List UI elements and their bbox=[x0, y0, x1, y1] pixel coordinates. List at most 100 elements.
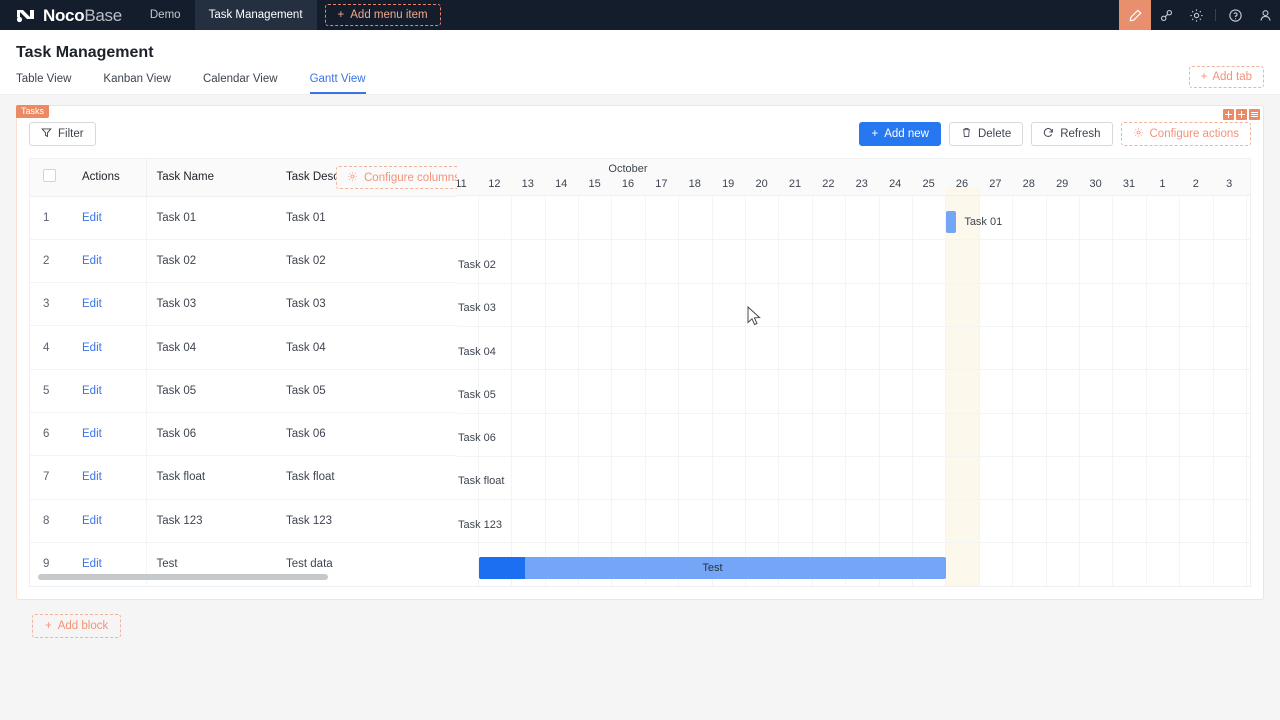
gantt-block: Tasks Filter + Add new Delete Refresh Co… bbox=[16, 105, 1264, 600]
gantt-timeline-header: October 11121314151617181920212223242526… bbox=[457, 159, 1250, 196]
row-edit-link[interactable]: Edit bbox=[72, 369, 147, 413]
app-logo[interactable]: NocoBase bbox=[0, 0, 136, 30]
tab-calendar-view[interactable]: Calendar View bbox=[203, 73, 278, 94]
gantt-bar-label: Task 01 bbox=[964, 215, 1003, 228]
row-task-description: Task 02 bbox=[276, 239, 457, 284]
configure-columns-button[interactable]: Configure columns bbox=[336, 166, 457, 189]
design-pen-icon[interactable] bbox=[1119, 0, 1151, 30]
row-index: 8 bbox=[30, 499, 72, 543]
gantt-day-24: 24 bbox=[889, 178, 902, 190]
tab-table-view[interactable]: Table View bbox=[16, 73, 71, 94]
row-edit-link[interactable]: Edit bbox=[72, 196, 147, 240]
gantt-row-separator bbox=[457, 325, 1250, 327]
table-row[interactable]: 5 Edit Task 05 Task 05 bbox=[30, 369, 457, 413]
delete-label: Delete bbox=[977, 128, 1012, 140]
row-index: 4 bbox=[30, 325, 72, 370]
table-row[interactable]: 3 Edit Task 03 Task 03 bbox=[30, 282, 457, 327]
gantt-grid-line bbox=[744, 196, 746, 586]
row-task-name: Task 03 bbox=[146, 282, 276, 327]
select-all-checkbox[interactable] bbox=[43, 169, 56, 183]
block-menu-icon[interactable] bbox=[1249, 109, 1260, 120]
gantt-grid-line bbox=[511, 196, 513, 586]
configure-actions-button[interactable]: Configure actions bbox=[1120, 122, 1251, 146]
plus-icon: + bbox=[45, 620, 52, 632]
gantt-grid-line bbox=[978, 196, 980, 586]
gantt-grid-line bbox=[678, 196, 680, 586]
row-task-description: Task 123 bbox=[276, 499, 457, 543]
tab-gantt-view[interactable]: Gantt View bbox=[309, 73, 366, 94]
refresh-button[interactable]: Refresh bbox=[1031, 122, 1113, 146]
table-row[interactable]: 1 Edit Task 01 Task 01 bbox=[30, 196, 457, 240]
block-duplicate-icon[interactable] bbox=[1236, 109, 1247, 120]
add-menu-item-button[interactable]: + Add menu item bbox=[324, 4, 441, 26]
gantt-bar[interactable] bbox=[946, 210, 957, 233]
gantt-grid-line bbox=[577, 196, 579, 586]
add-tab-label: Add tab bbox=[1212, 71, 1252, 83]
gantt-day-18: 18 bbox=[688, 178, 701, 190]
gear-icon[interactable] bbox=[1181, 0, 1211, 30]
gantt-grid-line bbox=[1212, 196, 1214, 586]
row-task-description: Task 03 bbox=[276, 282, 457, 327]
row-edit-link[interactable]: Edit bbox=[72, 455, 147, 500]
table-row[interactable]: 7 Edit Task float Task float bbox=[30, 455, 457, 500]
block-tag-tasks: Tasks bbox=[16, 105, 50, 118]
gantt-day-29: 29 bbox=[1056, 178, 1069, 190]
gantt-day-20: 20 bbox=[755, 178, 768, 190]
help-circle-icon[interactable] bbox=[1220, 0, 1250, 30]
user-avatar-icon[interactable] bbox=[1250, 0, 1280, 30]
gantt-grid-line bbox=[644, 196, 646, 586]
table-horizontal-scrollbar[interactable] bbox=[38, 574, 328, 580]
plus-icon: + bbox=[337, 9, 345, 21]
nav-item-demo[interactable]: Demo bbox=[136, 0, 195, 30]
gear-icon bbox=[1133, 127, 1144, 141]
gantt-day-28: 28 bbox=[1022, 178, 1035, 190]
gantt-bar-label: Task 02 bbox=[458, 258, 496, 271]
refresh-label: Refresh bbox=[1060, 128, 1101, 140]
row-edit-link[interactable]: Edit bbox=[72, 282, 147, 327]
gantt-bar-label: Task 04 bbox=[458, 345, 496, 358]
row-task-name: Task 02 bbox=[146, 239, 276, 284]
gantt-bar-label: Task 06 bbox=[458, 432, 496, 445]
gantt-day-2: 2 bbox=[1192, 178, 1199, 190]
add-tab-button[interactable]: + Add tab bbox=[1188, 66, 1264, 88]
delete-button[interactable]: Delete bbox=[948, 122, 1024, 146]
row-task-name: Task 05 bbox=[146, 369, 276, 413]
block-action-bar: Filter + Add new Delete Refresh Configur… bbox=[29, 122, 1251, 146]
gantt-day-17: 17 bbox=[655, 178, 668, 190]
gantt-grid-line bbox=[1012, 196, 1014, 586]
gantt-day-15: 15 bbox=[588, 178, 601, 190]
gantt-row-separator bbox=[457, 239, 1250, 241]
filter-label: Filter bbox=[58, 128, 84, 140]
plugin-icon[interactable] bbox=[1151, 0, 1181, 30]
plus-icon: + bbox=[1200, 71, 1208, 83]
table-row[interactable]: 2 Edit Task 02 Task 02 bbox=[30, 239, 457, 284]
add-block-button[interactable]: + Add block bbox=[32, 614, 122, 638]
block-add-icon[interactable] bbox=[1223, 109, 1234, 120]
table-row[interactable]: 4 Edit Task 04 Task 04 bbox=[30, 325, 457, 370]
gantt-grid-line bbox=[544, 196, 546, 586]
configure-columns-label: Configure columns bbox=[364, 171, 457, 184]
row-edit-link[interactable]: Edit bbox=[72, 325, 147, 370]
row-edit-link[interactable]: Edit bbox=[72, 412, 147, 457]
row-index: 2 bbox=[30, 239, 72, 284]
add-new-button[interactable]: + Add new bbox=[859, 122, 941, 146]
table-row[interactable]: 8 Edit Task 123 Task 123 bbox=[30, 499, 457, 543]
gantt-day-22: 22 bbox=[822, 178, 835, 190]
gantt-month-label: October bbox=[608, 163, 648, 175]
plus-icon: + bbox=[871, 128, 879, 140]
row-edit-link[interactable]: Edit bbox=[72, 499, 147, 543]
table-row[interactable]: 6 Edit Task 06 Task 06 bbox=[30, 412, 457, 457]
gantt-grid-line bbox=[1112, 196, 1114, 586]
gantt-grid-line bbox=[945, 196, 947, 586]
nav-item-task-management[interactable]: Task Management bbox=[194, 0, 317, 30]
row-edit-link[interactable]: Edit bbox=[72, 239, 147, 284]
gantt-grid-line bbox=[1045, 196, 1047, 586]
gantt-day-16: 16 bbox=[621, 178, 635, 190]
tab-kanban-view[interactable]: Kanban View bbox=[103, 73, 171, 94]
gantt-bar[interactable]: Test bbox=[478, 557, 947, 580]
row-index: 1 bbox=[30, 196, 72, 240]
column-header-task-name: Task Name bbox=[146, 159, 276, 197]
filter-button[interactable]: Filter bbox=[29, 122, 96, 146]
column-header-actions: Actions bbox=[72, 159, 147, 197]
gantt-container: Actions Task Name Task Descrip 1 Edit Task… bbox=[29, 158, 1251, 587]
